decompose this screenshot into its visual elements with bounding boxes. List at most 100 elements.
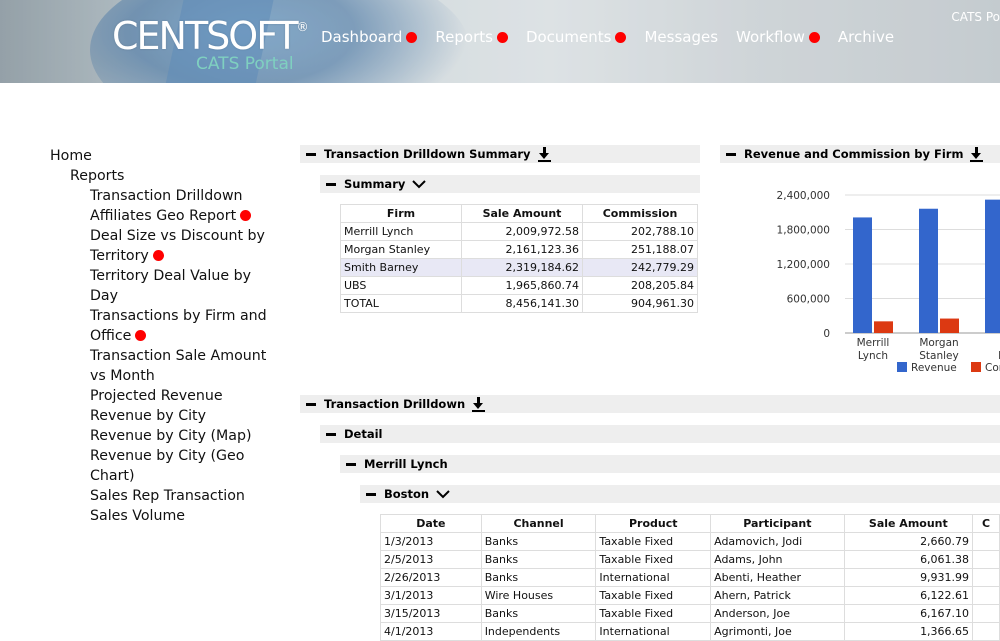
table-row[interactable]: Smith Barney2,319,184.62242,779.29: [341, 259, 698, 277]
sidebar-item-label: Home: [50, 148, 92, 164]
table-cell: 2/5/2013: [381, 551, 482, 569]
table-cell: International: [596, 623, 711, 641]
sidebar-item[interactable]: Sales Volume: [90, 506, 267, 526]
sidebar-item-label: Office: [90, 328, 131, 344]
sidebar-item[interactable]: Projected Revenue: [90, 386, 267, 406]
table-header-row: DateChannelProductParticipantSale Amount…: [381, 515, 1000, 533]
section-title: Transaction Drilldown Summary: [324, 147, 531, 161]
table-cell: International: [596, 569, 711, 587]
section-title: Revenue and Commission by Firm: [744, 147, 963, 161]
sidebar-item[interactable]: Revenue by City (Geo: [90, 446, 267, 466]
table-cell: 242,779.29: [583, 259, 698, 277]
table-row[interactable]: UBS1,965,860.74208,205.84: [341, 277, 698, 295]
table-row[interactable]: TOTAL8,456,141.30904,961.30: [341, 295, 698, 313]
table-cell: 9,931.99: [844, 569, 972, 587]
group-header-firm[interactable]: Merrill Lynch: [340, 455, 1000, 473]
collapse-icon[interactable]: [326, 433, 336, 436]
x-tick-label: Morgan: [919, 337, 958, 349]
subsection-header-summary[interactable]: Summary: [320, 175, 700, 193]
table-cell: TOTAL: [341, 295, 462, 313]
download-icon[interactable]: [537, 147, 551, 161]
table-row[interactable]: 2/5/2013BanksTaxable FixedAdams, John6,0…: [381, 551, 1000, 569]
collapse-icon[interactable]: [726, 153, 736, 156]
bar-revenue: [985, 200, 1000, 333]
collapse-icon[interactable]: [306, 153, 316, 156]
sidebar-item[interactable]: Revenue by City: [90, 406, 267, 426]
table-cell: Banks: [481, 533, 596, 551]
collapse-icon[interactable]: [366, 493, 376, 496]
sidebar-item[interactable]: Territory: [90, 246, 267, 266]
table-row[interactable]: 2/26/2013BanksInternationalAbenti, Heath…: [381, 569, 1000, 587]
bar-revenue: [853, 217, 872, 333]
nav-item-dashboard[interactable]: Dashboard: [321, 28, 417, 46]
user-portal-label: CATS Po: [951, 10, 1000, 24]
table-cell: Agrimonti, Joe: [711, 623, 845, 641]
table-cell: Merrill Lynch: [341, 223, 462, 241]
column-header[interactable]: Product: [596, 515, 711, 533]
table-row[interactable]: 1/3/2013BanksTaxable FixedAdamovich, Jod…: [381, 533, 1000, 551]
column-header[interactable]: Firm: [341, 205, 462, 223]
download-icon[interactable]: [969, 147, 983, 161]
sidebar-item[interactable]: Transaction Drilldown: [90, 186, 267, 206]
sidebar-item[interactable]: Reports: [70, 166, 267, 186]
nav-item-label: Archive: [838, 28, 894, 46]
table-row[interactable]: Merrill Lynch2,009,972.58202,788.10: [341, 223, 698, 241]
chevron-down-icon[interactable]: [436, 489, 450, 499]
section-header-chart[interactable]: Revenue and Commission by Firm: [720, 145, 1000, 163]
sidebar-item[interactable]: Chart): [90, 466, 267, 486]
sidebar-item[interactable]: Home: [50, 146, 267, 166]
table-cell: Anderson, Joe: [711, 605, 845, 623]
table-cell: Adamovich, Jodi: [711, 533, 845, 551]
sidebar-item[interactable]: vs Month: [90, 366, 267, 386]
column-header[interactable]: Commission: [583, 205, 698, 223]
table-cell: [973, 533, 1000, 551]
nav-item-reports[interactable]: Reports: [435, 28, 508, 46]
table-cell: [973, 569, 1000, 587]
sidebar-item[interactable]: Deal Size vs Discount by: [90, 226, 267, 246]
sidebar-item[interactable]: Revenue by City (Map): [90, 426, 267, 446]
table-cell: [973, 551, 1000, 569]
column-header[interactable]: Sale Amount: [844, 515, 972, 533]
nav-item-documents[interactable]: Documents: [526, 28, 627, 46]
sidebar-item[interactable]: Office: [90, 326, 267, 346]
column-header[interactable]: C: [973, 515, 1000, 533]
table-row[interactable]: 4/1/2013IndependentsInternationalAgrimon…: [381, 623, 1000, 641]
sidebar-item[interactable]: Transaction Sale Amount: [90, 346, 267, 366]
nav-item-messages[interactable]: Messages: [644, 28, 718, 46]
logo[interactable]: CENTSOFT®: [112, 14, 309, 58]
table-cell: 3/1/2013: [381, 587, 482, 605]
download-icon[interactable]: [471, 397, 485, 411]
section-header-drilldown[interactable]: Transaction Drilldown: [300, 395, 1000, 413]
bar-com: [874, 321, 893, 333]
chevron-down-icon[interactable]: [412, 179, 426, 189]
group-header-city[interactable]: Boston: [360, 485, 1000, 503]
sidebar-item[interactable]: Transactions by Firm and: [90, 306, 267, 326]
nav-item-label: Dashboard: [321, 28, 402, 46]
sidebar-item[interactable]: Day: [90, 286, 267, 306]
column-header[interactable]: Channel: [481, 515, 596, 533]
column-header[interactable]: Sale Amount: [462, 205, 583, 223]
table-cell: Taxable Fixed: [596, 605, 711, 623]
section-header-summary[interactable]: Transaction Drilldown Summary: [300, 145, 700, 163]
sidebar-item[interactable]: Territory Deal Value by: [90, 266, 267, 286]
table-row[interactable]: 3/15/2013BanksTaxable FixedAnderson, Joe…: [381, 605, 1000, 623]
y-tick-label: 0: [823, 328, 830, 340]
notification-dot: [615, 32, 626, 43]
group-header-detail[interactable]: Detail: [320, 425, 1000, 443]
column-header[interactable]: Date: [381, 515, 482, 533]
table-row[interactable]: 3/1/2013Wire HousesTaxable FixedAhern, P…: [381, 587, 1000, 605]
sidebar-item[interactable]: Sales Rep Transaction: [90, 486, 267, 506]
table-cell: 1,366.65: [844, 623, 972, 641]
nav-item-workflow[interactable]: Workflow: [736, 28, 820, 46]
collapse-icon[interactable]: [326, 183, 336, 186]
column-header[interactable]: Participant: [711, 515, 845, 533]
notification-dot: [809, 32, 820, 43]
table-cell: 251,188.07: [583, 241, 698, 259]
collapse-icon[interactable]: [306, 403, 316, 406]
table-cell: 2,319,184.62: [462, 259, 583, 277]
sidebar-item[interactable]: Affiliates Geo Report: [90, 206, 267, 226]
table-row[interactable]: Morgan Stanley2,161,123.36251,188.07: [341, 241, 698, 259]
collapse-icon[interactable]: [346, 463, 356, 466]
nav-item-archive[interactable]: Archive: [838, 28, 894, 46]
sidebar-item-label: Projected Revenue: [90, 388, 223, 404]
